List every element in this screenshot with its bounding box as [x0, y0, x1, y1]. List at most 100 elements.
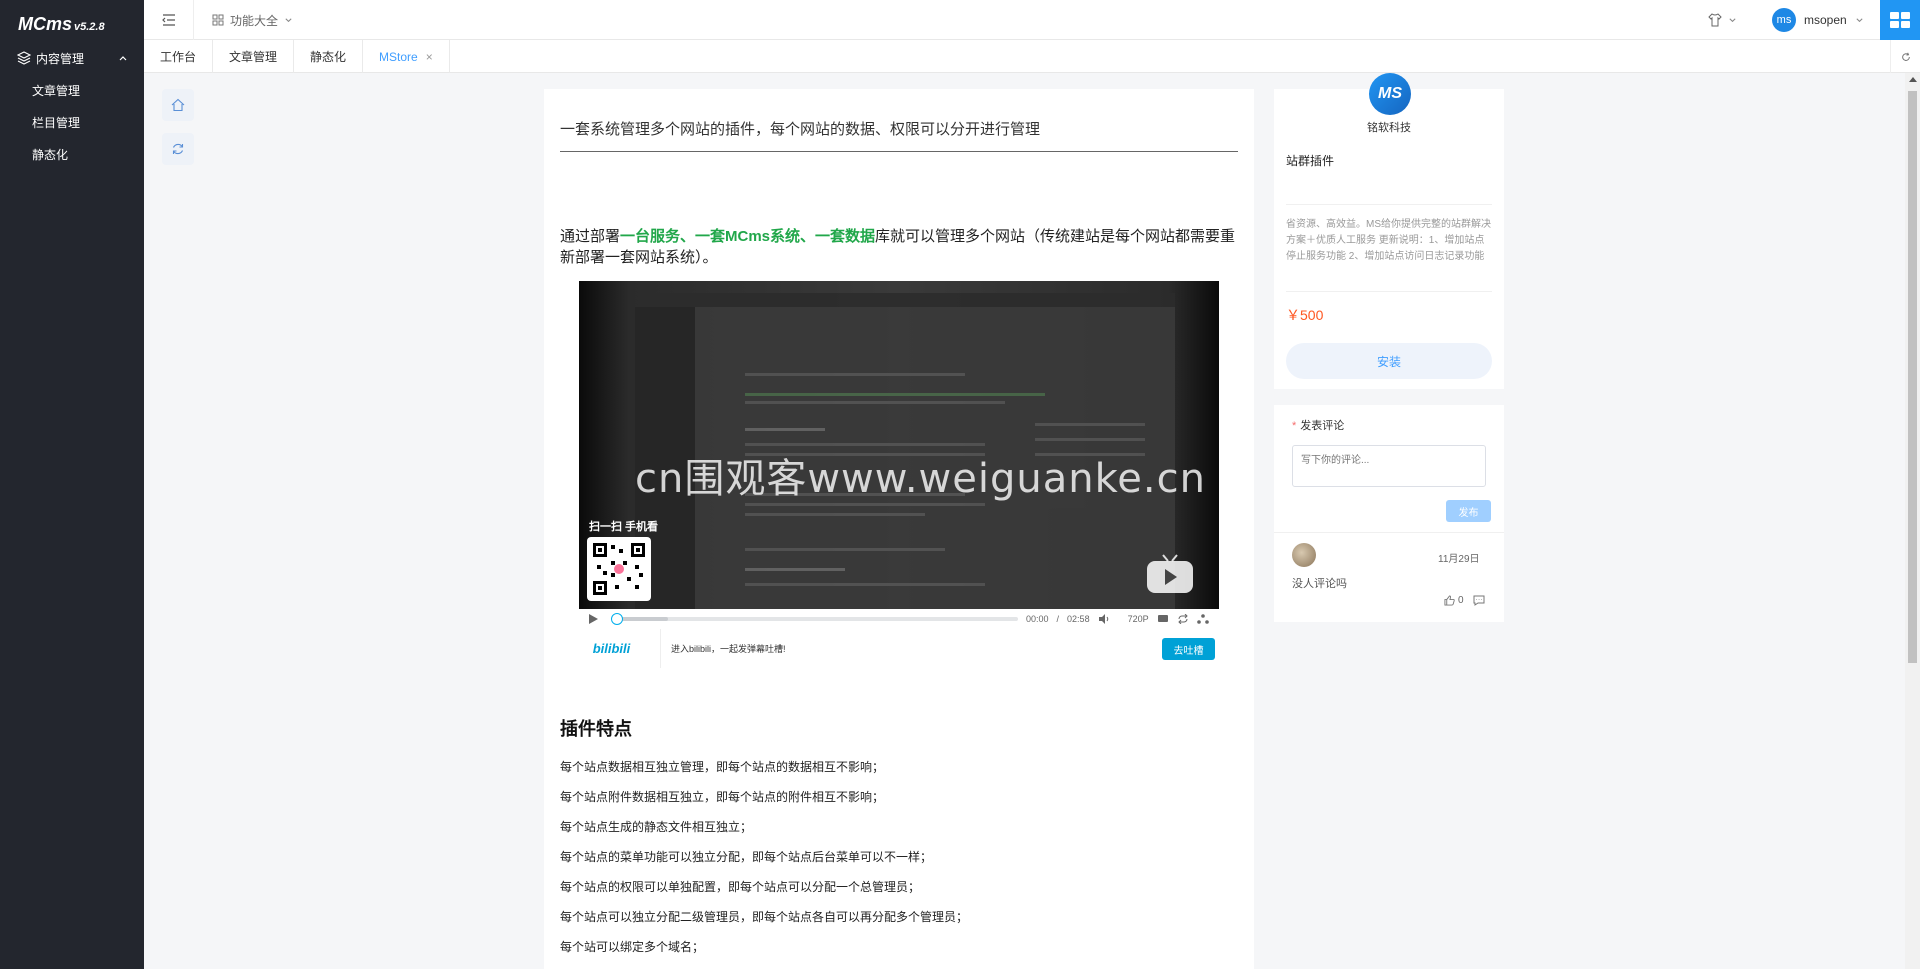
page-scrollbar[interactable]	[1905, 73, 1920, 969]
sidebar-toggle-button[interactable]	[144, 0, 194, 40]
menu-fold-icon	[161, 14, 175, 26]
list-item: 每个站点的菜单功能可以独立分配，即每个站点后台菜单可以不一样；	[560, 850, 933, 864]
reply-button[interactable]	[1473, 595, 1485, 609]
user-menu[interactable]: ms msopen	[1772, 0, 1864, 40]
comment-date: 11月29日	[1438, 554, 1480, 565]
tab-bar: 工作台 文章管理 静态化 MStore ×	[144, 40, 1920, 73]
progress-handle[interactable]	[611, 613, 623, 625]
app-version: v5.2.8	[74, 21, 105, 33]
danmaku-icon[interactable]	[1157, 614, 1169, 624]
tab-static[interactable]: 静态化	[294, 40, 364, 73]
time-separator: /	[1056, 614, 1060, 624]
bilibili-logo[interactable]: bilibili	[579, 641, 644, 656]
video-player[interactable]: cn围观客www.weiguanke.cn 扫一扫 手机看 00:00 / 02…	[579, 281, 1219, 668]
required-mark: *	[1292, 420, 1297, 432]
function-menu-button[interactable]: 功能大全	[212, 0, 299, 40]
features-title: 插件特点	[560, 719, 632, 739]
sidebar-item-label: 栏目管理	[32, 115, 81, 130]
video-progress-bar[interactable]	[611, 613, 1018, 625]
list-item: 每个站点的权限可以单独配置，即每个站点可以分配一个总管理员；	[560, 880, 921, 894]
apps-button[interactable]	[1880, 0, 1920, 40]
plugin-article: 一套系统管理多个网站的插件，每个网站的数据、权限可以分开进行管理 通过部署一台服…	[544, 89, 1254, 969]
top-header: 功能大全 ms msopen	[144, 0, 1920, 40]
danmaku-button[interactable]: 去吐槽	[1162, 638, 1215, 660]
time-current: 00:00	[1026, 614, 1049, 624]
chevron-down-icon	[285, 17, 292, 22]
sidebar-item-label: 静态化	[32, 147, 69, 162]
layers-icon	[17, 51, 31, 65]
bilibili-bar: bilibili 进入bilibili，一起发弹幕吐槽! 去吐槽	[579, 629, 1219, 668]
reload-button[interactable]	[162, 133, 194, 165]
sidebar-group-content[interactable]: 内容管理	[0, 48, 144, 68]
shirt-icon	[1708, 13, 1722, 27]
app-logo[interactable]: MCms v5.2.8	[0, 0, 144, 48]
tab-label: 静态化	[310, 50, 347, 64]
scroll-thumb[interactable]	[1908, 91, 1917, 663]
intro-highlight: 一台服务、一套MCms系统、一套数据	[620, 228, 876, 245]
comment-card: *发表评论 发布 11月29日 没人评论吗 0	[1274, 405, 1504, 622]
loop-icon[interactable]	[1177, 614, 1189, 624]
tab-refresh-button[interactable]	[1890, 40, 1920, 73]
comment-icon	[1473, 595, 1485, 606]
article-intro: 通过部署一台服务、一套MCms系统、一套数据库就可以管理多个网站（传统建站是每个…	[560, 226, 1240, 268]
theme-button[interactable]	[1708, 0, 1737, 40]
chevron-up-icon	[119, 56, 127, 61]
sidebar-item-label: 文章管理	[32, 83, 81, 98]
tab-label: 工作台	[160, 50, 197, 64]
comment-text: 没人评论吗	[1292, 578, 1347, 590]
comment-input[interactable]	[1292, 445, 1486, 487]
volume-icon[interactable]	[1098, 614, 1110, 624]
list-item: 每个站点附件数据相互独立，即每个站点的附件相互不影响；	[560, 790, 885, 804]
share-icon[interactable]	[1196, 614, 1209, 624]
quality-selector[interactable]: 720P	[1128, 614, 1149, 624]
tab-mstore[interactable]: MStore ×	[363, 40, 450, 73]
tab-label: 文章管理	[229, 50, 278, 64]
comment-label: * 发表评论	[1292, 417, 1344, 433]
tv-play-icon[interactable]	[1145, 553, 1195, 597]
like-count: 0	[1458, 595, 1464, 606]
company-logo: MS	[1369, 73, 1411, 115]
time-total: 02:58	[1067, 614, 1090, 624]
list-item: 每个站点数据相互独立管理，即每个站点的数据相互不影响；	[560, 760, 885, 774]
user-name: msopen	[1804, 13, 1847, 27]
app-name: MCms	[18, 14, 73, 34]
like-button[interactable]: 0	[1444, 595, 1464, 606]
list-item: 每个站点生成的静态文件相互独立；	[560, 820, 753, 834]
intro-text-before: 通过部署	[560, 228, 621, 245]
home-button[interactable]	[162, 89, 194, 121]
chevron-down-icon	[1729, 17, 1736, 22]
avatar: ms	[1772, 8, 1796, 32]
play-icon[interactable]	[587, 613, 599, 625]
list-item: 每个站点可以独立分配二级管理员，即每个站点各自可以再分配多个管理员；	[560, 910, 969, 924]
refresh-icon	[172, 143, 184, 155]
sidebar-item-columns[interactable]: 栏目管理	[0, 106, 144, 138]
apps-grid-icon	[1890, 12, 1910, 28]
sidebar: MCms v5.2.8 内容管理 文章管理 栏目管理 静态化	[0, 0, 144, 969]
tab-workbench[interactable]: 工作台	[144, 40, 214, 73]
divider	[1286, 204, 1492, 205]
qr-code	[587, 537, 651, 601]
plugin-card: MS 铭软科技 站群插件 省资源、高效益。MS给你提供完整的站群解决方案＋优质人…	[1274, 73, 1504, 389]
divider	[1286, 291, 1492, 292]
function-menu-label: 功能大全	[230, 13, 279, 28]
video-screen[interactable]: cn围观客www.weiguanke.cn 扫一扫 手机看	[579, 281, 1219, 609]
chevron-down-icon	[1856, 17, 1863, 22]
close-icon[interactable]: ×	[426, 50, 433, 64]
plugin-name: 站群插件	[1286, 154, 1335, 168]
tab-articles[interactable]: 文章管理	[213, 40, 295, 73]
sidebar-item-static[interactable]: 静态化	[0, 138, 144, 170]
sidebar-group-label: 内容管理	[36, 51, 85, 66]
company-name: 铭软科技	[1367, 122, 1411, 134]
scan-label: 扫一扫 手机看	[589, 521, 659, 533]
list-item: 每个站可以绑定多个域名；	[560, 940, 705, 954]
sidebar-item-articles[interactable]: 文章管理	[0, 74, 144, 106]
danmaku-prompt[interactable]: 进入bilibili，一起发弹幕吐槽!	[660, 629, 786, 668]
thumbs-up-icon	[1444, 595, 1455, 606]
qr-icon	[593, 543, 645, 595]
video-controls: 00:00 / 02:58 720P	[579, 609, 1219, 629]
publish-button[interactable]: 发布	[1446, 500, 1491, 522]
install-button[interactable]: 安装	[1286, 343, 1492, 379]
grid-icon	[212, 14, 224, 26]
title-divider	[560, 151, 1238, 152]
scroll-up-icon[interactable]	[1909, 77, 1917, 82]
